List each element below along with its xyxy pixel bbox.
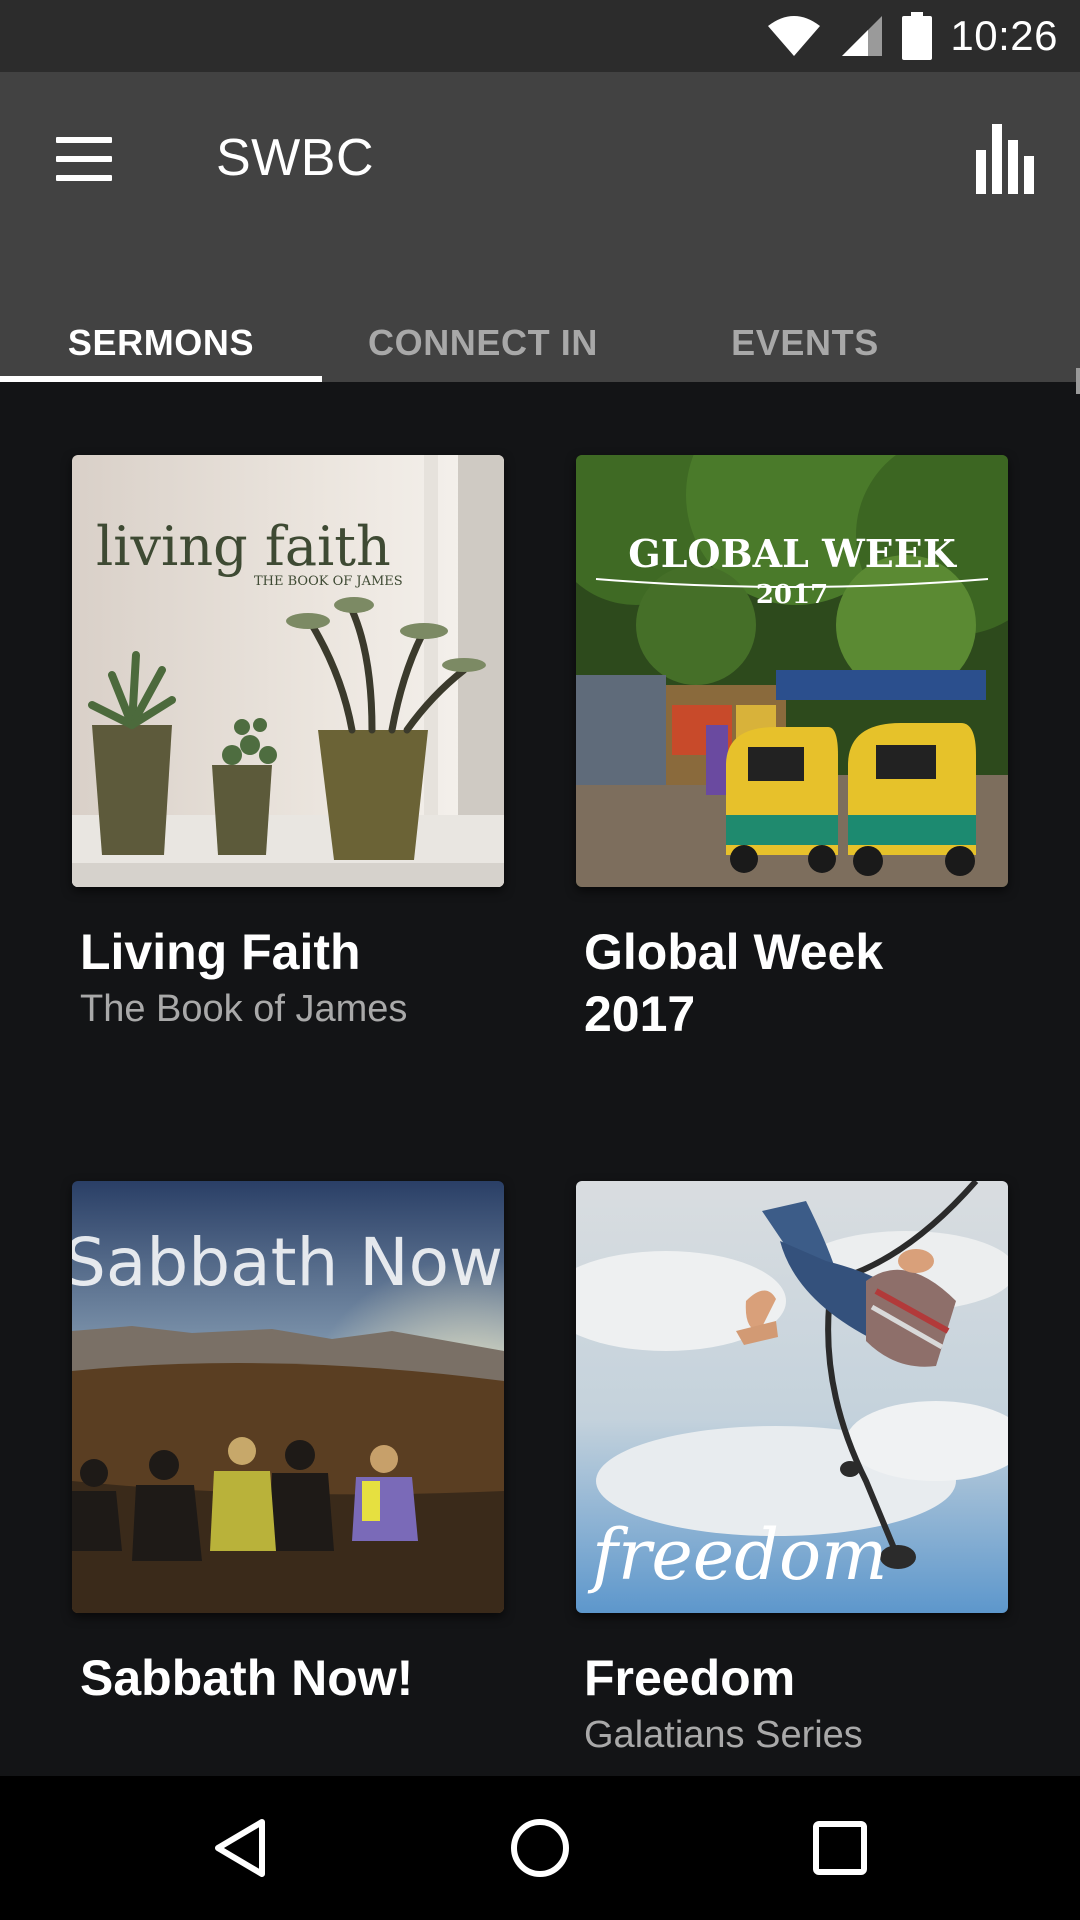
tab-connect-in[interactable]: CONNECT IN: [322, 304, 644, 382]
sermon-art-title: freedom: [587, 1514, 888, 1596]
sermon-art-subtitle: THE BOOK OF JAMES: [254, 574, 403, 589]
sermon-title: Global Week 2017: [584, 924, 884, 1042]
sermon-title: Living Faith: [80, 924, 361, 980]
back-icon[interactable]: [160, 1776, 320, 1920]
sermon-grid: living faith THE BOOK OF JAMES Living Fa…: [0, 382, 1080, 1776]
sermon-card-global-week[interactable]: GLOBAL WEEK 2017 Global Week 2017: [576, 455, 1008, 1045]
tab-events[interactable]: EVENTS: [644, 304, 966, 382]
app-bar: SWBC SERMONS CONNECT IN EVENTS: [0, 72, 1080, 394]
sermon-artwork: GLOBAL WEEK 2017: [576, 455, 1008, 887]
system-nav-bar: [0, 1776, 1080, 1920]
wifi-icon: [768, 16, 821, 56]
status-bar: 10:26: [0, 0, 1080, 72]
sermon-art-title: GLOBAL WEEK: [628, 531, 957, 576]
sermon-title: Freedom: [584, 1650, 796, 1706]
app-title: SWBC: [216, 129, 374, 187]
home-icon[interactable]: [460, 1776, 620, 1920]
sermon-art-title: Sabbath Now: [72, 1224, 503, 1301]
sermon-artwork: Sabbath Now: [72, 1181, 504, 1613]
tab-sermons[interactable]: SERMONS: [0, 304, 322, 382]
sermon-subtitle: The Book of James: [80, 988, 408, 1030]
sermon-artwork: freedom: [576, 1181, 1008, 1613]
tab-bar: SERMONS CONNECT IN EVENTS: [0, 304, 1080, 382]
cellular-signal-icon: [842, 16, 883, 56]
sermon-card-living-faith[interactable]: living faith THE BOOK OF JAMES Living Fa…: [72, 455, 504, 1035]
sermon-artwork: living faith THE BOOK OF JAMES: [72, 455, 504, 887]
sermon-card-sabbath-now[interactable]: Sabbath Now Sabbath Now!: [72, 1181, 504, 1709]
recents-icon[interactable]: [760, 1776, 920, 1920]
battery-icon: [902, 12, 933, 60]
status-time: 10:26: [950, 12, 1058, 59]
sermon-art-subtitle: 2017: [756, 580, 828, 610]
sermon-card-freedom[interactable]: freedom Freedom Galatians Series: [576, 1181, 1008, 1761]
bar-chart-icon[interactable]: [972, 120, 1042, 200]
status-icons: 10:26: [766, 0, 1058, 72]
menu-icon[interactable]: [46, 124, 120, 194]
sermon-title: Sabbath Now!: [80, 1650, 414, 1706]
sermon-subtitle: Galatians Series: [584, 1714, 863, 1756]
sermon-art-title: living faith: [96, 515, 391, 578]
